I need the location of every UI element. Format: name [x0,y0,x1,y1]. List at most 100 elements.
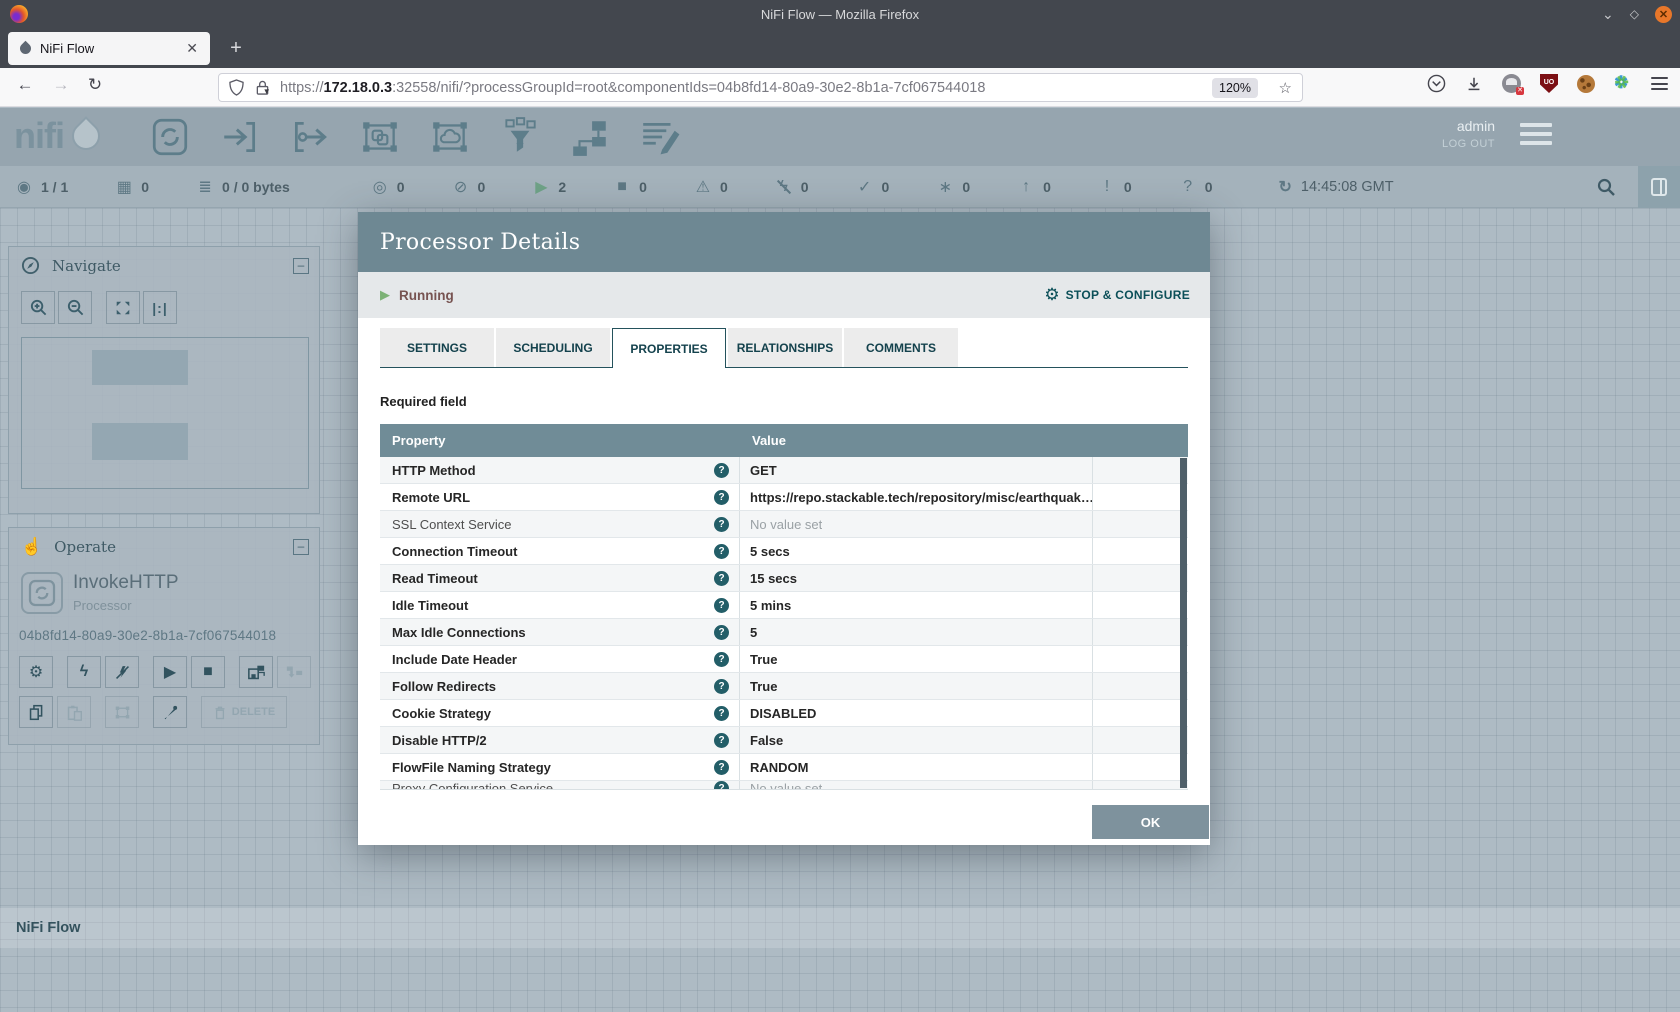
add-processor-icon[interactable] [148,114,192,160]
property-value[interactable]: https://repo.stackable.tech/repository/m… [750,490,1092,505]
lock-warning-icon[interactable] [255,79,270,96]
copy-button[interactable] [19,696,53,728]
tracking-shield-icon[interactable] [229,79,244,96]
help-icon[interactable]: ? [714,463,729,478]
dialog-tab[interactable]: PROPERTIES [612,328,726,368]
ok-button[interactable]: OK [1092,805,1209,839]
zoom-actual-size-button[interactable]: |:| [143,291,177,324]
window-minimize-icon[interactable]: ⌄ [1602,9,1614,19]
disable-button[interactable] [105,656,139,688]
property-value[interactable]: No value set [750,781,822,789]
dialog-tab[interactable]: SETTINGS [380,328,494,367]
property-value[interactable]: False [750,733,783,748]
zoom-out-button[interactable] [58,291,92,324]
back-button[interactable]: ← [12,75,38,95]
tab-close-icon[interactable]: ✕ [182,40,202,57]
zoom-fit-button[interactable] [106,291,140,324]
add-process-group-icon[interactable] [358,114,402,160]
pocket-icon[interactable] [1427,74,1446,93]
help-icon[interactable]: ? [714,490,729,505]
global-menu-icon[interactable] [1520,123,1552,145]
help-icon[interactable]: ? [714,652,729,667]
help-icon[interactable]: ? [714,625,729,640]
birdseye-minimap[interactable] [21,337,309,489]
table-scrollbar[interactable] [1180,458,1187,788]
last-refresh-time: 14:45:08 GMT [1301,179,1394,195]
dialog-tab[interactable]: RELATIONSHIPS [728,328,842,367]
help-icon[interactable]: ? [714,760,729,775]
property-name: SSL Context Service [392,517,511,532]
bookmark-star-icon[interactable]: ☆ [1279,79,1292,97]
extension-icon[interactable]: ✕ [1502,74,1521,93]
delete-label: DELETE [232,706,275,718]
help-icon[interactable]: ? [714,781,729,789]
page-zoom-badge[interactable]: 120% [1212,78,1258,98]
property-name: Read Timeout [392,571,478,586]
stop-and-configure-button[interactable]: ⚙ STOP & CONFIGURE [1044,285,1190,305]
transmitting-remote-groups: ◎ 0 [370,177,405,197]
property-value[interactable]: True [750,652,777,667]
add-output-port-icon[interactable] [288,114,332,160]
help-icon[interactable]: ? [714,517,729,532]
operate-collapse-button[interactable]: – [293,539,309,555]
help-icon[interactable]: ? [714,679,729,694]
property-value[interactable]: 5 [750,625,757,640]
add-input-port-icon[interactable] [218,114,262,160]
browser-menu-icon[interactable] [1651,77,1668,90]
window-close-icon[interactable]: ✕ [1655,6,1672,23]
running-status-icon: ▶ [380,287,390,303]
new-tab-button[interactable]: + [222,36,250,62]
change-color-button[interactable] [153,696,187,728]
property-value[interactable]: No value set [750,517,822,532]
breadcrumb[interactable]: NiFi Flow [16,920,80,936]
status-count: 0 [1043,179,1051,195]
cookie-extension-icon[interactable] [1577,75,1595,93]
breadcrumb-bar: NiFi Flow [0,908,1680,948]
colorful-asterisk-extension-icon[interactable]: ✲✲ [1614,75,1632,93]
stopped-icon: ■ [612,178,632,196]
dialog-tab[interactable]: COMMENTS [844,328,958,367]
property-value[interactable]: RANDOM [750,760,809,775]
configure-button[interactable]: ⚙ [19,656,53,688]
refresh-icon[interactable]: ↻ [1279,177,1292,197]
property-value[interactable]: GET [750,463,777,478]
refresh-status[interactable]: ↻ 14:45:08 GMT [1279,177,1394,197]
stop-button[interactable]: ■ [191,656,225,688]
group-components-button [277,656,311,688]
downloads-icon[interactable] [1465,75,1483,93]
browser-tab[interactable]: NiFi Flow ✕ [8,32,210,65]
canvas-panel-toggle-icon[interactable] [1638,166,1680,208]
add-label-icon[interactable] [638,114,682,160]
status-count: 0 [1124,179,1132,195]
url-bar[interactable]: https://172.18.0.3:32558/nifi/?processGr… [218,73,1303,102]
search-icon[interactable] [1596,177,1616,197]
help-icon[interactable]: ? [714,598,729,613]
property-value[interactable]: DISABLED [750,706,816,721]
browser-navbar: ← → ↻ https://172.18.0.3:32558/nifi/?pro… [0,68,1680,107]
property-value[interactable]: 5 mins [750,598,791,613]
zoom-in-button[interactable] [21,291,55,324]
property-value[interactable]: True [750,679,777,694]
help-icon[interactable]: ? [714,733,729,748]
help-icon[interactable]: ? [714,544,729,559]
logout-link[interactable]: LOG OUT [1442,138,1495,150]
property-value[interactable]: 5 secs [750,544,790,559]
property-value[interactable]: 15 secs [750,571,797,586]
processor-chip-icon [21,572,63,614]
save-template-button[interactable] [239,656,273,688]
window-maximize-icon[interactable]: ◇ [1630,7,1639,21]
help-icon[interactable]: ? [714,706,729,721]
up-to-date-versioned: ✓ 0 [855,177,890,197]
add-remote-process-group-icon[interactable] [428,114,472,160]
ublock-origin-icon[interactable]: UO [1540,74,1558,93]
enable-button[interactable]: ϟ [67,656,101,688]
stale-versioned: ↑ 0 [1016,178,1051,196]
start-button[interactable]: ▶ [153,656,187,688]
add-funnel-icon[interactable] [498,114,542,160]
add-template-icon[interactable] [568,114,612,160]
help-icon[interactable]: ? [714,571,729,586]
dialog-tab[interactable]: SCHEDULING [496,328,610,367]
reload-button[interactable]: ↻ [82,75,108,95]
properties-table: Property Value HTTP Method ? GET [380,424,1188,790]
navigate-collapse-button[interactable]: – [293,258,309,274]
